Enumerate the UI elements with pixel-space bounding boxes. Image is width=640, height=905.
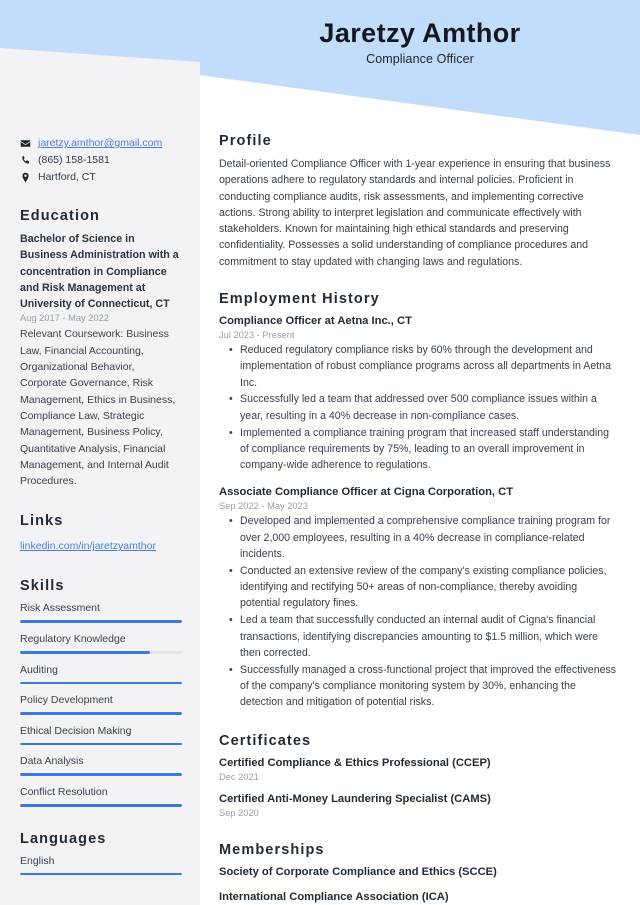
skill-label: Risk Assessment <box>20 602 100 615</box>
skill-item: Ethical Decision Making <box>20 724 182 746</box>
job-bullet-list: Reduced regulatory compliance risks by 6… <box>219 342 620 473</box>
memberships-list: Society of Corporate Compliance and Ethi… <box>219 865 620 905</box>
education-section: Education Bachelor of Science in Busines… <box>20 208 182 489</box>
skill-bar-track <box>20 712 182 715</box>
certificate-name: Certified Anti-Money Laundering Speciali… <box>219 792 491 805</box>
education-heading: Education <box>20 208 100 224</box>
job-entry: Compliance Officer at Aetna Inc., CT Jul … <box>219 314 620 473</box>
skill-bar-fill <box>20 620 182 624</box>
links-heading: Links <box>20 513 64 530</box>
certificate-name: Certified Compliance & Ethics Profession… <box>219 756 491 769</box>
page-title: Jaretzy Amthor <box>319 18 521 48</box>
skill-label: English <box>20 854 55 867</box>
contact-block: jaretzy.amthor@gmail.com (865) 158-1581 … <box>20 137 182 184</box>
skill-bar-fill <box>20 742 182 746</box>
job-bullet: Reduced regulatory compliance risks by 6… <box>229 342 620 391</box>
languages-list: English <box>20 854 182 876</box>
contact-location: Hartford, CT <box>38 171 96 183</box>
skill-label: Policy Development <box>20 694 113 707</box>
skill-bar-fill <box>20 872 182 876</box>
skill-label: Regulatory Knowledge <box>20 633 126 646</box>
contact-location-row: Hartford, CT <box>20 171 182 184</box>
skill-label: Data Analysis <box>20 755 84 768</box>
contact-phone-row: (865) 158-1581 <box>20 154 182 167</box>
skills-list: Risk Assessment Regulatory Knowledge Audit… <box>20 601 182 807</box>
contact-email[interactable]: jaretzy.amthor@gmail.com <box>38 137 162 150</box>
membership-item: Society of Corporate Compliance and Ethi… <box>219 865 497 878</box>
languages-heading: Languages <box>20 830 107 847</box>
contact-email-row: jaretzy.amthor@gmail.com <box>20 137 182 150</box>
skill-bar-track <box>20 742 182 746</box>
job-entry-date: Sep 2022 - May 2023 <box>219 501 308 512</box>
skill-item: Risk Assessment <box>20 601 182 624</box>
jobs-list: Compliance Officer at Aetna Inc., CT Jul … <box>219 314 620 710</box>
skills-heading: Skills <box>20 578 65 595</box>
skill-bar-track <box>20 872 182 876</box>
links-section: Links linkedin.com/in/jaretzyamthor <box>20 513 182 554</box>
skill-item: English <box>20 854 182 876</box>
certificate-date: Dec 2021 <box>219 771 259 782</box>
profile-text: Detail-oriented Compliance Officer with … <box>219 158 611 268</box>
membership-item: International Compliance Association (IC… <box>219 890 449 903</box>
skill-bar-fill <box>20 651 150 654</box>
skill-bar-fill <box>20 804 182 807</box>
education-date: Aug 2017 - May 2022 <box>20 313 109 324</box>
certificates-section: Certificates Certified Compliance & Ethi… <box>219 733 620 818</box>
link-linkedin[interactable]: linkedin.com/in/jaretzyamthor <box>20 540 156 552</box>
job-bullet: Led a team that successfully conducted a… <box>229 612 620 661</box>
job-entry-title: Associate Compliance Officer at Cigna Co… <box>219 486 514 499</box>
skill-bar-fill <box>20 681 182 685</box>
skill-bar-track <box>20 651 182 654</box>
memberships-heading: Memberships <box>219 841 325 858</box>
job-entry-title: Compliance Officer at Aetna Inc., CT <box>219 315 412 328</box>
job-bullet-list: Developed and implemented a comprehensiv… <box>219 513 620 710</box>
certificate-item: Certified Anti-Money Laundering Speciali… <box>219 792 620 818</box>
job-entry-date: Jul 2023 - Present <box>219 330 295 341</box>
job-bullet: Developed and implemented a comprehensiv… <box>229 513 620 562</box>
education-degree: Bachelor of Science in Business Administ… <box>20 233 179 311</box>
skill-item: Conflict Resolution <box>20 785 182 807</box>
job-bullet: Conducted an extensive review of the com… <box>229 563 620 612</box>
skill-label: Ethical Decision Making <box>20 724 132 737</box>
skill-item: Data Analysis <box>20 754 182 777</box>
skill-label: Conflict Resolution <box>20 786 108 799</box>
certificate-item: Certified Compliance & Ethics Profession… <box>219 756 620 782</box>
skill-bar-fill <box>20 773 182 777</box>
certificates-heading: Certificates <box>219 732 312 749</box>
skill-item: Policy Development <box>20 693 182 715</box>
skills-section: Skills Risk Assessment Regulatory Knowled… <box>20 578 182 807</box>
education-description: Relevant Coursework: Business Law, Finan… <box>20 328 176 488</box>
resume-header: Jaretzy Amthor Compliance Officer <box>200 18 640 66</box>
resume-page: Jaretzy Amthor Compliance Officer jaretz… <box>0 0 640 905</box>
memberships-section: Memberships Society of Corporate Complia… <box>219 842 620 905</box>
languages-section: Languages English <box>20 831 182 876</box>
job-bullet: Successfully led a team that addressed o… <box>229 391 620 424</box>
skill-bar-track <box>20 620 182 624</box>
employment-section: Employment History Compliance Officer at… <box>219 291 620 710</box>
employment-heading: Employment History <box>219 291 380 308</box>
skill-bar-track <box>20 804 182 807</box>
job-entry: Associate Compliance Officer at Cigna Co… <box>219 485 620 710</box>
job-title: Compliance Officer <box>366 52 474 67</box>
profile-heading: Profile <box>219 133 272 149</box>
skill-bar-track <box>20 773 182 777</box>
skill-bar-fill <box>20 712 182 715</box>
certificates-list: Certified Compliance & Ethics Profession… <box>219 756 620 818</box>
contact-phone: (865) 158-1581 <box>38 154 110 166</box>
phone-icon <box>20 154 31 166</box>
sidebar: jaretzy.amthor@gmail.com (865) 158-1581 … <box>0 0 200 905</box>
job-bullet: Successfully managed a cross-functional … <box>229 662 620 711</box>
skill-label: Auditing <box>20 663 58 676</box>
job-bullet: Implemented a compliance training progra… <box>229 425 620 474</box>
skill-bar-track <box>20 681 182 685</box>
envelope-icon <box>20 137 31 149</box>
main-column: Profile Detail-oriented Compliance Offic… <box>200 0 640 905</box>
certificate-date: Sep 2020 <box>219 807 259 818</box>
skill-item: Regulatory Knowledge <box>20 632 182 654</box>
skill-item: Auditing <box>20 663 182 685</box>
map-pin-icon <box>20 171 31 183</box>
